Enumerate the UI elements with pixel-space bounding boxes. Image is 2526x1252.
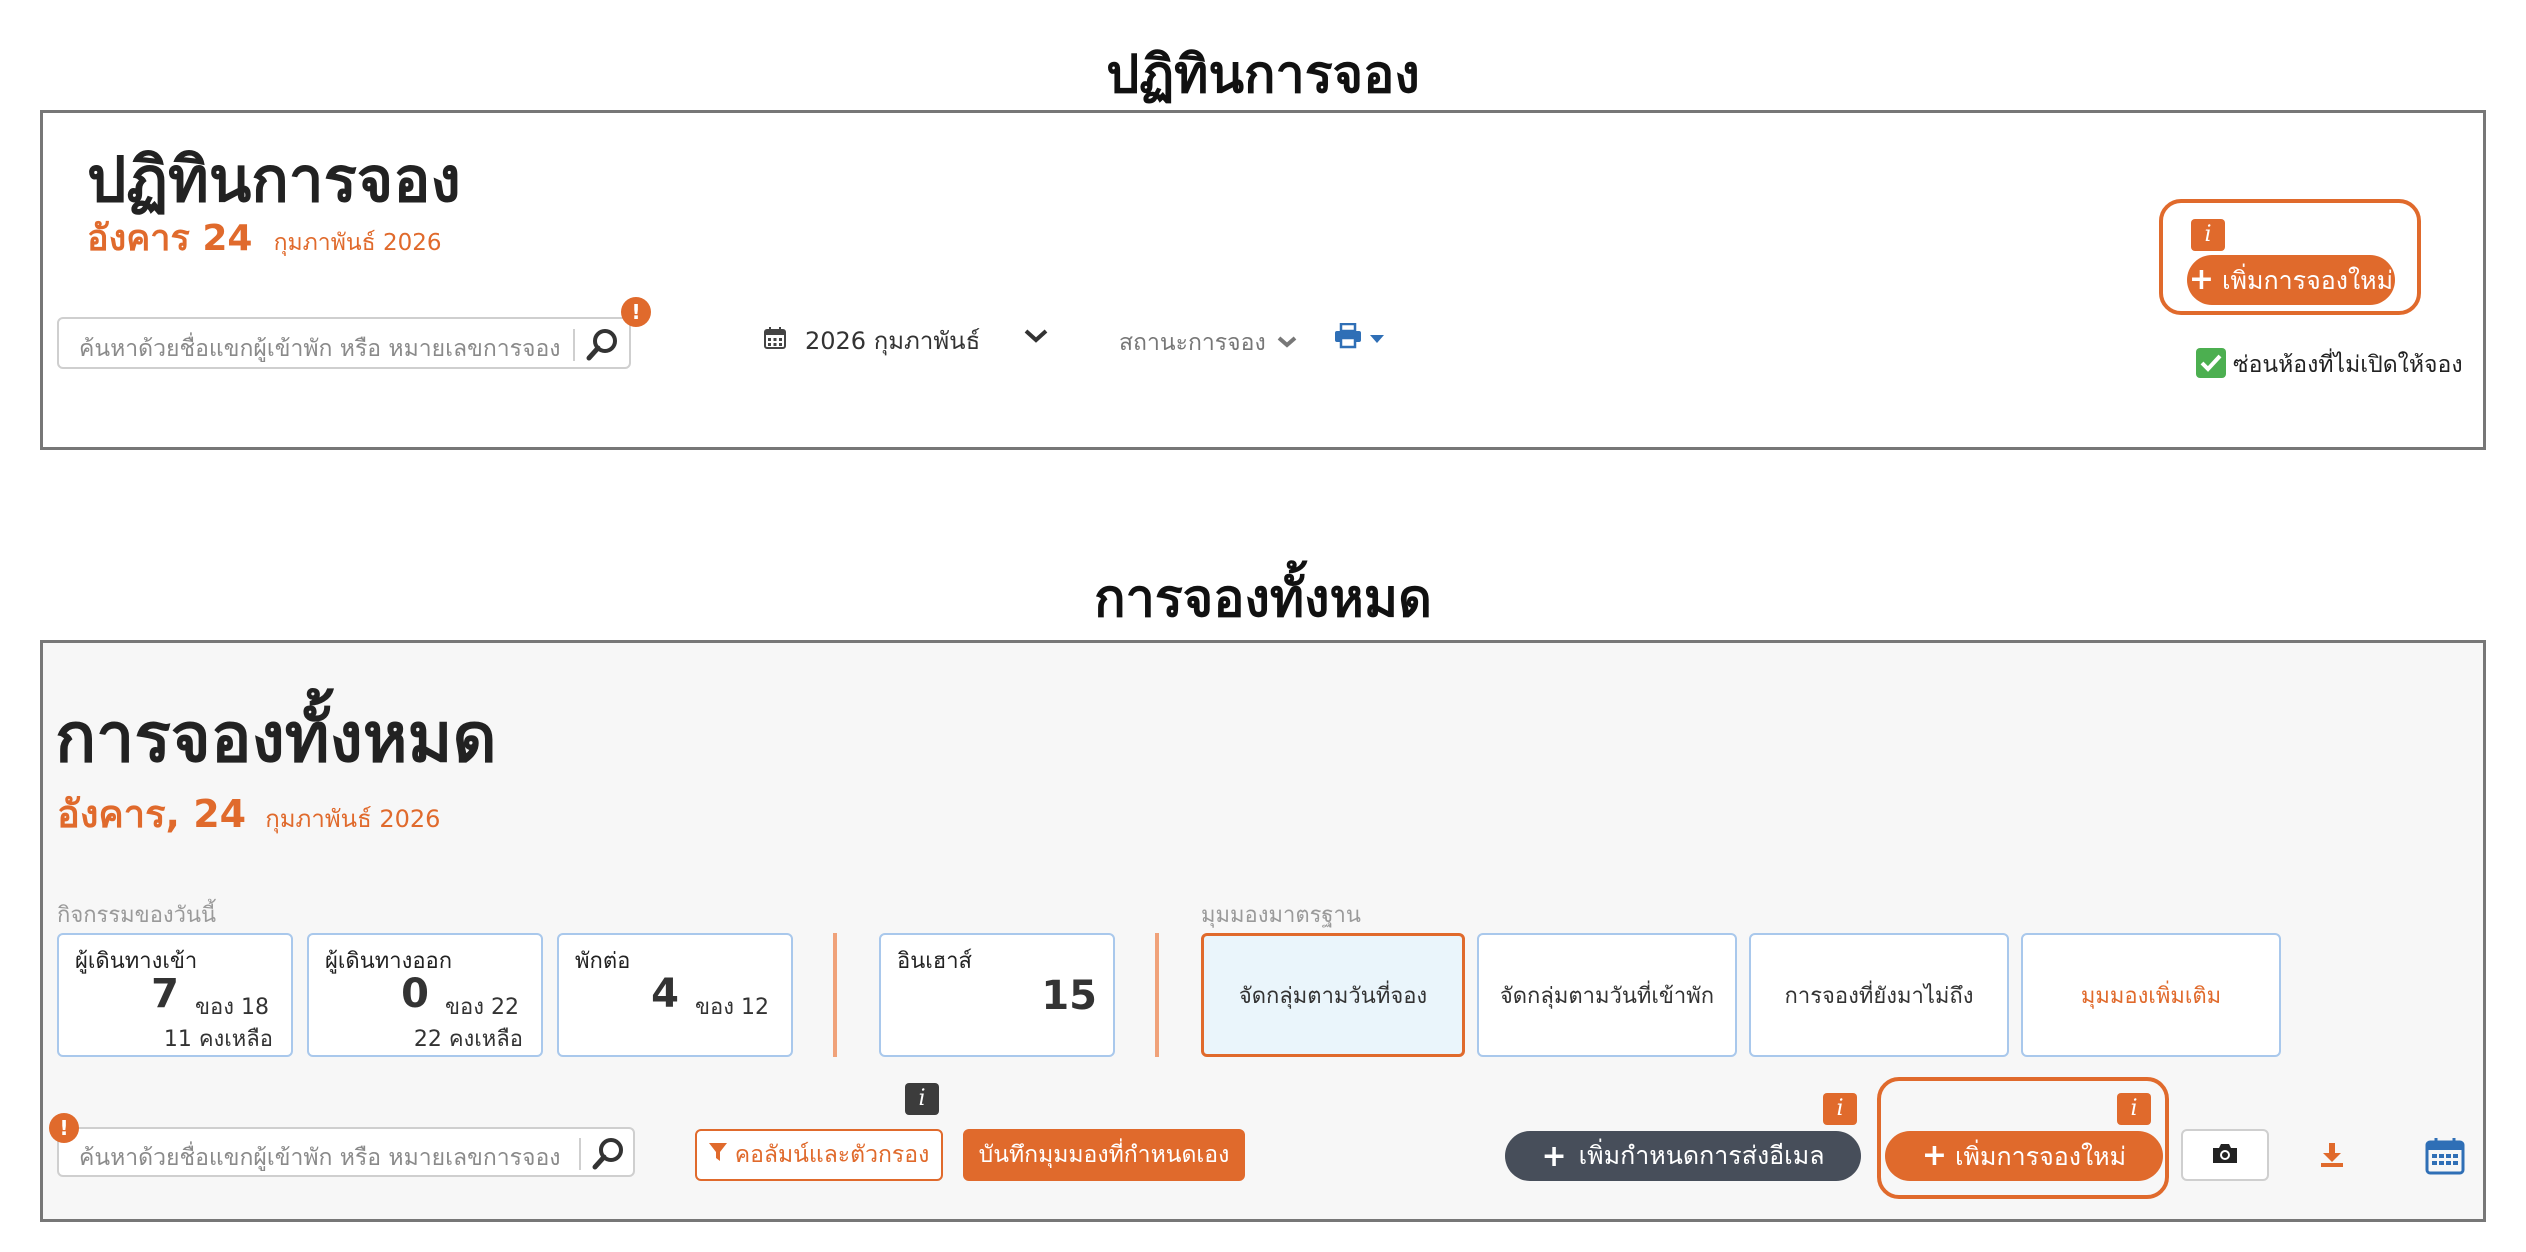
stat-value: 4 [651,971,679,1017]
calendar-icon[interactable] [2425,1137,2465,1179]
stat-card-stayovers[interactable]: พักต่อ 4 ของ 12 [557,933,793,1057]
all-bookings-panel: การจองทั้งหมด อังคาร, 24 กุมภาพันธ์ 2026… [40,640,2486,1222]
current-month: กุมภาพันธ์ 2026 [265,805,441,833]
all-bookings-section-heading: การจองทั้งหมด [1094,569,1432,629]
current-date: อังคาร, 24 กุมภาพันธ์ 2026 [57,783,440,844]
search-field[interactable]: ค้นหาด้วยชื่อแขกผู้เข้าพัก หรือ หมายเลขก… [57,317,631,369]
add-booking-label: เพิ่มการจองใหม่ [1954,1142,2127,1171]
search-icon[interactable] [585,327,621,367]
columns-filter-label: คอลัมน์และตัวกรอง [734,1142,930,1168]
stat-label: อินเฮาส์ [897,949,972,974]
columns-filter-button[interactable]: คอลัมน์และตัวกรอง [695,1129,943,1181]
view-upcoming-bookings[interactable]: การจองที่ยังมาไม่ถึง [1749,933,2009,1057]
info-badge[interactable]: i [2191,219,2225,251]
current-day: อังคาร 24 [87,218,253,259]
stat-value: 0 [401,971,429,1017]
divider [1155,933,1159,1057]
standard-views-label: มุมมองมาตรฐาน [1201,903,1361,928]
search-icon[interactable] [591,1136,627,1176]
status-filter-label: สถานะการจอง [1119,330,1266,356]
info-badge[interactable]: i [905,1083,939,1115]
info-badge[interactable]: i [1823,1093,1857,1125]
stat-total: ของ 12 [695,995,769,1020]
add-booking-label: เพิ่มการจองใหม่ [2221,266,2394,295]
search-divider [573,329,575,361]
stat-total: ของ 22 [445,995,519,1020]
search-field[interactable]: ค้นหาด้วยชื่อแขกผู้เข้าพัก หรือ หมายเลขก… [57,1127,635,1177]
add-booking-button[interactable]: + เพิ่มการจองใหม่ [1885,1131,2163,1181]
stat-total: ของ 18 [195,995,269,1020]
add-email-schedule-label: เพิ่มกำหนดการส่งอีเมล [1578,1141,1825,1170]
search-alert-badge: ! [621,297,651,327]
month-picker[interactable]: 2026 กุมภาพันธ์ [763,321,980,360]
plus-icon: + [1921,1138,1948,1173]
plus-icon: + [2188,262,2215,297]
stat-card-arrivals[interactable]: ผู้เดินทางเข้า 7 ของ 18 11 คงเหลือ [57,933,293,1057]
today-activity-label: กิจกรรมของวันนี้ [57,903,217,928]
search-input[interactable]: ค้นหาด้วยชื่อแขกผู้เข้าพัก หรือ หมายเลขก… [79,1140,561,1176]
stat-value: 7 [151,971,179,1017]
print-icon [1333,322,1363,353]
save-custom-view-button[interactable]: บันทึกมุมมองที่กำหนดเอง [963,1129,1245,1181]
stat-value: 15 [1041,973,1097,1019]
search-alert-badge: ! [49,1113,79,1143]
current-date: อังคาร 24 กุมภาพันธ์ 2026 [87,209,442,266]
add-booking-button[interactable]: + เพิ่มการจองใหม่ [2187,255,2395,305]
checkbox-checked-icon[interactable] [2195,347,2227,383]
view-group-by-checkin-date[interactable]: จัดกลุ่มตามวันที่เข้าพัก [1477,933,1737,1057]
status-filter[interactable]: สถานะการจอง [1119,325,1298,361]
add-email-schedule-button[interactable]: + เพิ่มกำหนดการส่งอีเมล [1505,1131,1861,1181]
plus-icon: + [1541,1138,1567,1174]
view-group-by-booking-date[interactable]: จัดกลุ่มตามวันที่จอง [1201,933,1465,1057]
chevron-down-icon [1276,330,1298,356]
screenshot-button[interactable] [2181,1129,2269,1181]
stat-label: พักต่อ [575,949,631,974]
print-button[interactable] [1333,322,1385,353]
stat-remaining: 11 คงเหลือ [163,1027,273,1052]
chevron-down-icon[interactable] [1023,327,1049,349]
calendar-panel: ปฏิทินการจอง อังคาร 24 กุมภาพันธ์ 2026 ค… [40,110,2486,450]
page-title: การจองทั้งหมด [55,699,497,778]
view-more-views[interactable]: มุมมองเพิ่มเติม [2021,933,2281,1057]
search-input[interactable]: ค้นหาด้วยชื่อแขกผู้เข้าพัก หรือ หมายเลขก… [79,331,561,367]
stat-remaining: 22 คงเหลือ [413,1027,523,1052]
stat-label: ผู้เดินทางออก [325,949,453,974]
camera-icon [2211,1141,2239,1169]
filter-icon [708,1142,727,1168]
hide-rooms-toggle[interactable]: ซ่อนห้องที่ไม่เปิดให้จอง [2195,347,2463,383]
calendar-section-heading: ปฏิทินการจอง [1106,45,1420,105]
month-picker-value: 2026 กุมภาพันธ์ [805,327,981,355]
current-day: อังคาร, 24 [57,792,247,836]
info-badge[interactable]: i [2117,1093,2151,1125]
calendar-icon [763,326,787,356]
stat-card-departures[interactable]: ผู้เดินทางออก 0 ของ 22 22 คงเหลือ [307,933,543,1057]
hide-rooms-label: ซ่อนห้องที่ไม่เปิดให้จอง [2233,352,2463,378]
download-icon[interactable] [2319,1141,2345,1173]
caret-down-icon [1369,329,1385,348]
current-month: กุมภาพันธ์ 2026 [273,230,442,256]
divider [833,933,837,1057]
stat-card-inhouse[interactable]: อินเฮาส์ 15 [879,933,1115,1057]
search-divider [579,1138,581,1170]
